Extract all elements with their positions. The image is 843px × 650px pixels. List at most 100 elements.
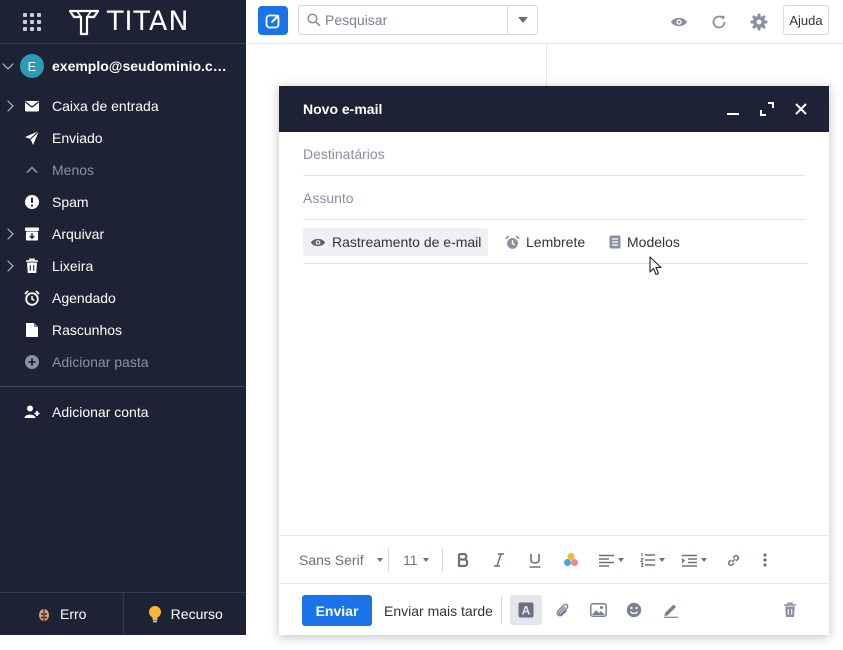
email-tracking-label: Rastreamento de e-mail [332, 234, 482, 250]
sidebar-item-label: Menos [52, 162, 95, 178]
alert-icon [24, 194, 40, 210]
formatting-toggle-button[interactable]: A [510, 595, 542, 625]
reminder-button[interactable]: Lembrete [498, 228, 592, 256]
sidebar-item-label: Caixa de entrada [52, 98, 159, 114]
close-icon[interactable] [793, 101, 809, 117]
attachment-icon[interactable] [553, 601, 571, 619]
font-family-value: Sans Serif [299, 552, 364, 568]
sidebar-item-agendado[interactable]: Agendado [0, 282, 246, 314]
app-grid-icon[interactable] [23, 12, 41, 31]
more-options-icon[interactable] [761, 551, 769, 569]
caret-down-icon [376, 558, 383, 562]
help-button[interactable]: Ajuda [783, 5, 829, 35]
app-root: TITAN E exemplo@seudominio.co... Caixa d… [0, 0, 843, 650]
folder-list: Caixa de entrada Enviado Menos Spam Arquivar… [0, 90, 246, 378]
compose-header: Novo e-mail [279, 86, 829, 132]
image-icon[interactable] [589, 601, 607, 619]
refresh-icon[interactable] [709, 12, 729, 32]
search-icon [307, 13, 321, 27]
add-account-button[interactable]: Adicionar conta [0, 396, 246, 428]
text-color-icon[interactable] [562, 551, 580, 569]
topbar: Ajuda [246, 0, 843, 44]
account-row[interactable]: E exemplo@seudominio.co... [0, 44, 246, 90]
compose-button[interactable] [258, 6, 288, 35]
subject-input[interactable] [303, 176, 805, 219]
underline-icon[interactable] [528, 551, 542, 569]
eye-icon[interactable] [669, 12, 689, 32]
sidebar-header: TITAN [0, 0, 246, 44]
sidebar-item-caixa-de-entrada[interactable]: Caixa de entrada [0, 90, 246, 122]
sidebar-item-menos[interactable]: Menos [0, 154, 246, 186]
envelope-icon [24, 98, 40, 114]
gear-icon[interactable] [749, 12, 769, 32]
alarm-icon [24, 290, 40, 306]
feature-button[interactable]: Recurso [124, 593, 247, 635]
align-left-icon [599, 554, 614, 567]
list-select[interactable] [640, 551, 665, 569]
sidebar-item-label: Arquivar [52, 226, 105, 242]
toolbar-separator [442, 548, 443, 572]
email-tracking-button[interactable]: Rastreamento de e-mail [303, 228, 489, 256]
maximize-icon[interactable] [759, 101, 775, 117]
italic-icon[interactable] [492, 551, 506, 569]
align-select[interactable] [599, 551, 624, 569]
sidebar-item-arquivar[interactable]: Arquivar [0, 218, 246, 250]
sidebar-item-lixeira[interactable]: Lixeira [0, 250, 246, 282]
sidebar-item-spam[interactable]: Spam [0, 186, 246, 218]
caret-down-icon [422, 558, 429, 562]
numbered-list-icon [640, 553, 655, 567]
message-body-editor[interactable] [279, 264, 829, 534]
sidebar-item-adicionar-pasta[interactable]: Adicionar pasta [0, 346, 246, 378]
send-later-button[interactable]: Enviar mais tarde [384, 603, 493, 619]
subject-field [303, 176, 805, 220]
compose-footer: Enviar Enviar mais tarde A [279, 583, 829, 635]
alarm-icon [505, 234, 520, 249]
font-family-select[interactable]: Sans Serif [299, 551, 383, 569]
indent-select[interactable] [682, 551, 707, 569]
compose-icon [265, 14, 280, 28]
send-icon [24, 130, 40, 146]
sidebar-item-label: Lixeira [52, 258, 94, 274]
chevron-down-icon[interactable] [2, 58, 14, 70]
titan-logo: TITAN [68, 6, 190, 37]
recipients-input[interactable] [303, 132, 805, 175]
search-box [298, 5, 538, 35]
sidebar-item-label: Adicionar pasta [52, 354, 149, 370]
search-input[interactable] [325, 12, 505, 28]
compose-window: Novo e-mail Destinatários Assunto Rastre… [279, 86, 829, 635]
signature-icon[interactable] [662, 601, 680, 619]
add-user-icon [24, 405, 40, 418]
sidebar-item-rascunhos[interactable]: Rascunhos [0, 314, 246, 346]
add-account-label: Adicionar conta [52, 404, 149, 420]
indent-icon [682, 554, 697, 567]
error-button[interactable]: Erro [0, 593, 124, 635]
recipients-field [303, 132, 805, 176]
add-folder-icon [24, 354, 40, 370]
reminder-label: Lembrete [526, 234, 586, 250]
discard-draft-icon[interactable] [781, 601, 799, 619]
format-glyph: A [522, 604, 531, 618]
error-label: Erro [60, 606, 87, 622]
send-button[interactable]: Enviar [302, 595, 372, 626]
font-size-select[interactable]: 11 [403, 551, 429, 569]
bug-icon [39, 609, 50, 621]
lightbulb-icon [148, 606, 161, 623]
titan-logo-icon [68, 9, 100, 35]
search-options-dropdown[interactable] [507, 6, 537, 34]
chevron-right-icon[interactable] [2, 100, 14, 112]
sidebar-item-label: Rascunhos [52, 322, 123, 338]
bold-icon[interactable] [456, 551, 470, 569]
sidebar-item-label: Agendado [52, 290, 116, 306]
compose-options-row: Rastreamento de e-mail Lembrete Modelos [303, 220, 808, 264]
chevron-right-icon[interactable] [2, 260, 14, 272]
sidebar-item-enviado[interactable]: Enviado [0, 122, 246, 154]
templates-button[interactable]: Modelos [602, 228, 687, 256]
text-format-icon: A [518, 602, 534, 618]
chevron-right-icon[interactable] [2, 228, 14, 240]
emoji-icon[interactable] [625, 601, 643, 619]
link-icon[interactable] [725, 551, 741, 569]
minimize-icon[interactable] [725, 101, 741, 117]
caret-down-icon [618, 558, 624, 562]
chevron-up-icon [24, 162, 40, 178]
sidebar: TITAN E exemplo@seudominio.co... Caixa d… [0, 0, 246, 635]
